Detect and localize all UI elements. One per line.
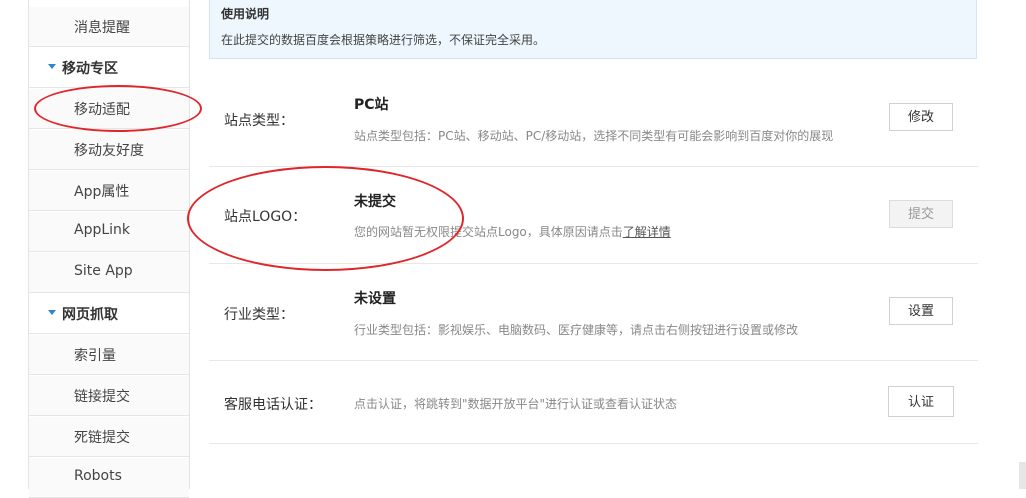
- sidebar-item-label: 移动适配: [74, 102, 130, 118]
- site-logo-label: 站点LOGO：: [224, 209, 307, 225]
- sidebar-section-crawl[interactable]: 网页抓取: [29, 294, 189, 334]
- sidebar-section-label: 网页抓取: [62, 307, 118, 323]
- site-logo-row: 站点LOGO： 未提交 您的网站暂无权限提交站点Logo，具体原因请点击了解详情…: [209, 167, 978, 264]
- sidebar-section-mobile[interactable]: 移动专区: [29, 48, 189, 88]
- sidebar-item-message-alerts[interactable]: 消息提醒: [29, 7, 189, 47]
- notice-title: 使用说明: [221, 7, 270, 21]
- site-type-row: 站点类型： PC站 站点类型包括：PC站、移动站、PC/移动站，选择不同类型有可…: [209, 70, 978, 167]
- notice-text: 在此提交的数据百度会根据策略进行筛选，不保证完全采用。: [221, 33, 546, 47]
- caret-down-icon: [48, 64, 56, 69]
- submit-logo-button[interactable]: 提交: [889, 200, 953, 228]
- site-type-value: PC站: [354, 97, 389, 113]
- sidebar-item-index-volume[interactable]: 索引量: [29, 335, 189, 375]
- site-logo-value: 未提交: [354, 194, 396, 210]
- phone-verify-desc: 点击认证，将跳转到"数据开放平台"进行认证或查看认证状态: [354, 397, 678, 411]
- phone-verify-row: 客服电话认证： 点击认证，将跳转到"数据开放平台"进行认证或查看认证状态 认证: [209, 361, 978, 444]
- scrollbar[interactable]: [1019, 462, 1026, 489]
- sidebar-item-label: 链接提交: [74, 389, 130, 405]
- caret-down-icon: [48, 310, 56, 315]
- sidebar-item-link-submit[interactable]: 链接提交: [29, 376, 189, 416]
- sidebar-item-label: 死链提交: [74, 430, 130, 446]
- industry-label: 行业类型：: [224, 307, 294, 323]
- sidebar-item-site-app[interactable]: Site App: [29, 253, 189, 293]
- industry-row: 行业类型： 未设置 行业类型包括：影视娱乐、电脑数码、医疗健康等，请点击右侧按钮…: [209, 264, 978, 361]
- learn-more-link[interactable]: 了解详情: [623, 225, 671, 239]
- sidebar: 消息提醒 移动专区 移动适配 移动友好度 App属性 AppLink Site …: [28, 0, 190, 498]
- usage-notice: 使用说明 在此提交的数据百度会根据策略进行筛选，不保证完全采用。: [209, 0, 977, 59]
- modify-button[interactable]: 修改: [889, 103, 953, 131]
- sidebar-item-dead-link-submit[interactable]: 死链提交: [29, 417, 189, 457]
- sidebar-item-mobile-friendliness[interactable]: 移动友好度: [29, 130, 189, 170]
- industry-desc: 行业类型包括：影视娱乐、电脑数码、医疗健康等，请点击右侧按钮进行设置或修改: [354, 323, 799, 337]
- sidebar-item-label: 移动友好度: [74, 143, 144, 159]
- sidebar-section-label: 移动专区: [62, 61, 118, 77]
- site-logo-desc: 您的网站暂无权限提交站点Logo，具体原因请点击了解详情: [354, 223, 671, 240]
- phone-verify-label: 客服电话认证：: [224, 397, 322, 413]
- sidebar-item-label: 消息提醒: [74, 20, 130, 36]
- sidebar-item-label: 索引量: [74, 348, 116, 364]
- sidebar-item-applink[interactable]: AppLink: [29, 212, 189, 252]
- site-logo-desc-text: 您的网站暂无权限提交站点Logo，具体原因请点击: [354, 225, 623, 239]
- sidebar-item-robots[interactable]: Robots: [29, 458, 189, 498]
- sidebar-item-label: Site App: [74, 263, 133, 279]
- sidebar-item-mobile-adaptation[interactable]: 移动适配: [29, 89, 189, 129]
- site-type-label: 站点类型：: [224, 113, 294, 129]
- industry-value: 未设置: [354, 291, 396, 307]
- set-industry-button[interactable]: 设置: [889, 297, 953, 325]
- sidebar-item-app-attributes[interactable]: App属性: [29, 171, 189, 211]
- sidebar-item-label: App属性: [74, 184, 130, 200]
- sidebar-item-label: Robots: [74, 468, 122, 484]
- verify-button[interactable]: 认证: [888, 386, 954, 417]
- site-type-desc: 站点类型包括：PC站、移动站、PC/移动站，选择不同类型有可能会影响到百度对你的…: [354, 129, 834, 143]
- sidebar-item-label: AppLink: [74, 222, 131, 238]
